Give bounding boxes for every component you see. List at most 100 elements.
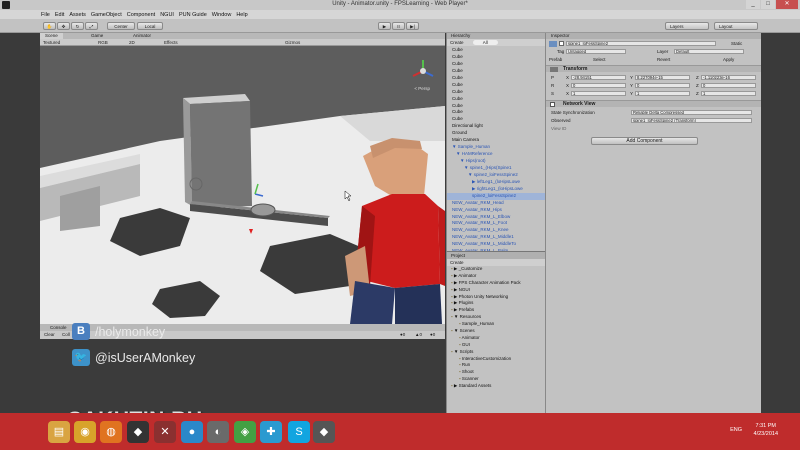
- hierarchy-item[interactable]: ▼ Sample_Human: [447, 144, 546, 151]
- hierarchy-item[interactable]: Cube: [447, 96, 546, 103]
- menu-edit[interactable]: Edit: [55, 12, 64, 18]
- transform-rotation-y-field[interactable]: 0: [635, 83, 690, 88]
- winamp-icon[interactable]: ◈: [234, 421, 256, 443]
- console-info-icon[interactable]: ●0: [400, 332, 405, 337]
- pause-button[interactable]: II: [392, 22, 405, 30]
- menu-ngui[interactable]: NGUI: [160, 12, 174, 18]
- transform-rotation-z-field[interactable]: 0: [701, 83, 756, 88]
- console-clear-button[interactable]: Clear: [44, 332, 55, 337]
- close-button[interactable]: ✕: [776, 0, 798, 9]
- firefox-icon[interactable]: ◍: [100, 421, 122, 443]
- project-folder-item[interactable]: ▪ ▶ Standard Assets: [447, 383, 546, 390]
- transform-position-x-field[interactable]: -28.94151: [571, 75, 626, 80]
- project-folder-item[interactable]: ▪ Sample_Human: [447, 321, 546, 328]
- project-folder-item[interactable]: ▪ ▶ Prefabs: [447, 307, 546, 314]
- pivot-local-button[interactable]: Local: [137, 22, 163, 30]
- layers-dropdown[interactable]: Layers: [665, 22, 709, 30]
- project-folder-item[interactable]: ▪ ▶ Animator: [447, 273, 546, 280]
- hierarchy-item[interactable]: ▼ Hips(root): [447, 158, 546, 165]
- hierarchy-item[interactable]: Cube: [447, 116, 546, 123]
- hierarchy-item[interactable]: Cube: [447, 47, 546, 54]
- chrome-icon[interactable]: ◉: [74, 421, 96, 443]
- project-folder-item[interactable]: ▪ InteractiveCustomization: [447, 356, 546, 363]
- hierarchy-item[interactable]: NEW_Avatar_RKM_L_Knee: [447, 227, 546, 234]
- hand-tool-icon[interactable]: ✋: [43, 22, 56, 30]
- xnview-icon[interactable]: ✕: [154, 421, 176, 443]
- project-folder-item[interactable]: ▪ Shoot: [447, 369, 546, 376]
- pivot-center-button[interactable]: Center: [107, 22, 135, 30]
- hierarchy-item[interactable]: Ground: [447, 130, 546, 137]
- transform-rotation-x-field[interactable]: 0: [571, 83, 626, 88]
- unity-alt-icon[interactable]: ◆: [313, 421, 335, 443]
- transform-position-z-field[interactable]: -1.110223e-16: [701, 75, 756, 80]
- project-folder-item[interactable]: ▪ ▼ Scripts: [447, 349, 546, 356]
- project-create-button[interactable]: Create: [450, 260, 464, 265]
- console-error-icon[interactable]: ●0: [430, 332, 435, 337]
- hierarchy-item[interactable]: NEW_Avatar_RKM_L_Middle1: [447, 234, 546, 241]
- taskbar-clock[interactable]: 7:31 PM 4/23/2014: [754, 422, 778, 438]
- tag-dropdown[interactable]: Untagged: [566, 49, 626, 54]
- hierarchy-item[interactable]: ▶ leftLeg1_(loHipsLowe: [447, 179, 546, 186]
- console-collapse-button[interactable]: Coll: [62, 332, 70, 337]
- hierarchy-item[interactable]: Directional light: [447, 123, 546, 130]
- transform-scale-x-field[interactable]: 1: [571, 91, 626, 96]
- hierarchy-search-input[interactable]: All: [472, 40, 498, 45]
- menu-gameobject[interactable]: GameObject: [91, 12, 122, 18]
- minimize-button[interactable]: _: [746, 0, 760, 9]
- layer-dropdown[interactable]: Default: [674, 49, 744, 54]
- project-folder-item[interactable]: ▪ ▶ _Customize: [447, 266, 546, 273]
- menu-pun-guide[interactable]: PUN Guide: [179, 12, 207, 18]
- gizmos-dropdown[interactable]: Gizmos: [285, 40, 300, 45]
- add-component-button[interactable]: Add Component: [591, 137, 698, 145]
- project-folder-item[interactable]: ▪ Run: [447, 362, 546, 369]
- active-checkbox[interactable]: [559, 41, 564, 46]
- project-folder-item[interactable]: ▪ Scanner: [447, 376, 546, 383]
- hierarchy-create-button[interactable]: Create: [450, 40, 464, 45]
- project-folder-item[interactable]: ▪ ▼ Resources: [447, 314, 546, 321]
- static-toggle[interactable]: Static: [731, 41, 742, 46]
- project-folder-item[interactable]: ▪ ▶ Photon Unity Networking: [447, 294, 546, 301]
- project-folder-item[interactable]: ▪ Animator: [447, 335, 546, 342]
- project-folder-item[interactable]: ▪ ▼ Scenes: [447, 328, 546, 335]
- network-app-icon[interactable]: ✚: [260, 421, 282, 443]
- maximize-button[interactable]: □: [761, 0, 775, 9]
- state-sync-dropdown[interactable]: Reliable Delta Compressed: [631, 110, 752, 115]
- hierarchy-item[interactable]: NEW_Avatar_RKM_L_MiddleTo: [447, 241, 546, 248]
- transform-scale-y-field[interactable]: 1: [635, 91, 690, 96]
- hierarchy-item[interactable]: Cube: [447, 75, 546, 82]
- hierarchy-item[interactable]: Cube: [447, 54, 546, 61]
- move-tool-icon[interactable]: ✥: [57, 22, 70, 30]
- menu-assets[interactable]: Assets: [69, 12, 86, 18]
- hierarchy-item[interactable]: Cube: [447, 109, 546, 116]
- effects-dropdown[interactable]: Effects: [164, 40, 178, 45]
- rotate-tool-icon[interactable]: ↻: [71, 22, 84, 30]
- transform-header[interactable]: Transform: [546, 65, 762, 72]
- hierarchy-item[interactable]: NEW_Avatar_RKM_Head: [447, 200, 546, 207]
- menu-help[interactable]: Help: [236, 12, 247, 18]
- file-explorer-icon[interactable]: ▤: [48, 421, 70, 443]
- play-button[interactable]: ▶: [378, 22, 391, 30]
- app-icon-circle[interactable]: ●: [181, 421, 203, 443]
- scene-viewport[interactable]: < Persp: [40, 46, 445, 324]
- observed-field[interactable]: spine1_loFessSpine2 (Transform): [631, 118, 752, 123]
- hierarchy-item[interactable]: NEW_Avatar_RKM_L_Elbow: [447, 214, 546, 221]
- hierarchy-item[interactable]: ▼ spine1_(Hips(Spine1: [447, 165, 546, 172]
- tray-language[interactable]: ENG: [730, 427, 742, 433]
- step-button[interactable]: ▶|: [406, 22, 419, 30]
- shading-mode-dropdown[interactable]: Textured: [43, 40, 60, 45]
- menu-component[interactable]: Component: [127, 12, 155, 18]
- hierarchy-item[interactable]: Cube: [447, 61, 546, 68]
- project-folder-item[interactable]: ▪ GUI: [447, 342, 546, 349]
- network-view-enabled-checkbox[interactable]: [550, 102, 555, 107]
- render-mode-dropdown[interactable]: RGB: [98, 40, 108, 45]
- hierarchy-item[interactable]: Cube: [447, 82, 546, 89]
- hierarchy-item[interactable]: Cube: [447, 68, 546, 75]
- hierarchy-item[interactable]: NEW_Avatar_RKM_Hips: [447, 207, 546, 214]
- network-view-header[interactable]: Network View: [546, 100, 762, 107]
- menu-file[interactable]: File: [41, 12, 50, 18]
- hierarchy-item[interactable]: NEW_Avatar_RKM_L_Foot: [447, 220, 546, 227]
- console-warning-icon[interactable]: ▲0: [415, 332, 422, 337]
- transform-position-y-field[interactable]: 8.227094e-15: [635, 75, 690, 80]
- 2d-toggle[interactable]: 2D: [129, 40, 135, 45]
- persp-label[interactable]: < Persp: [414, 86, 430, 91]
